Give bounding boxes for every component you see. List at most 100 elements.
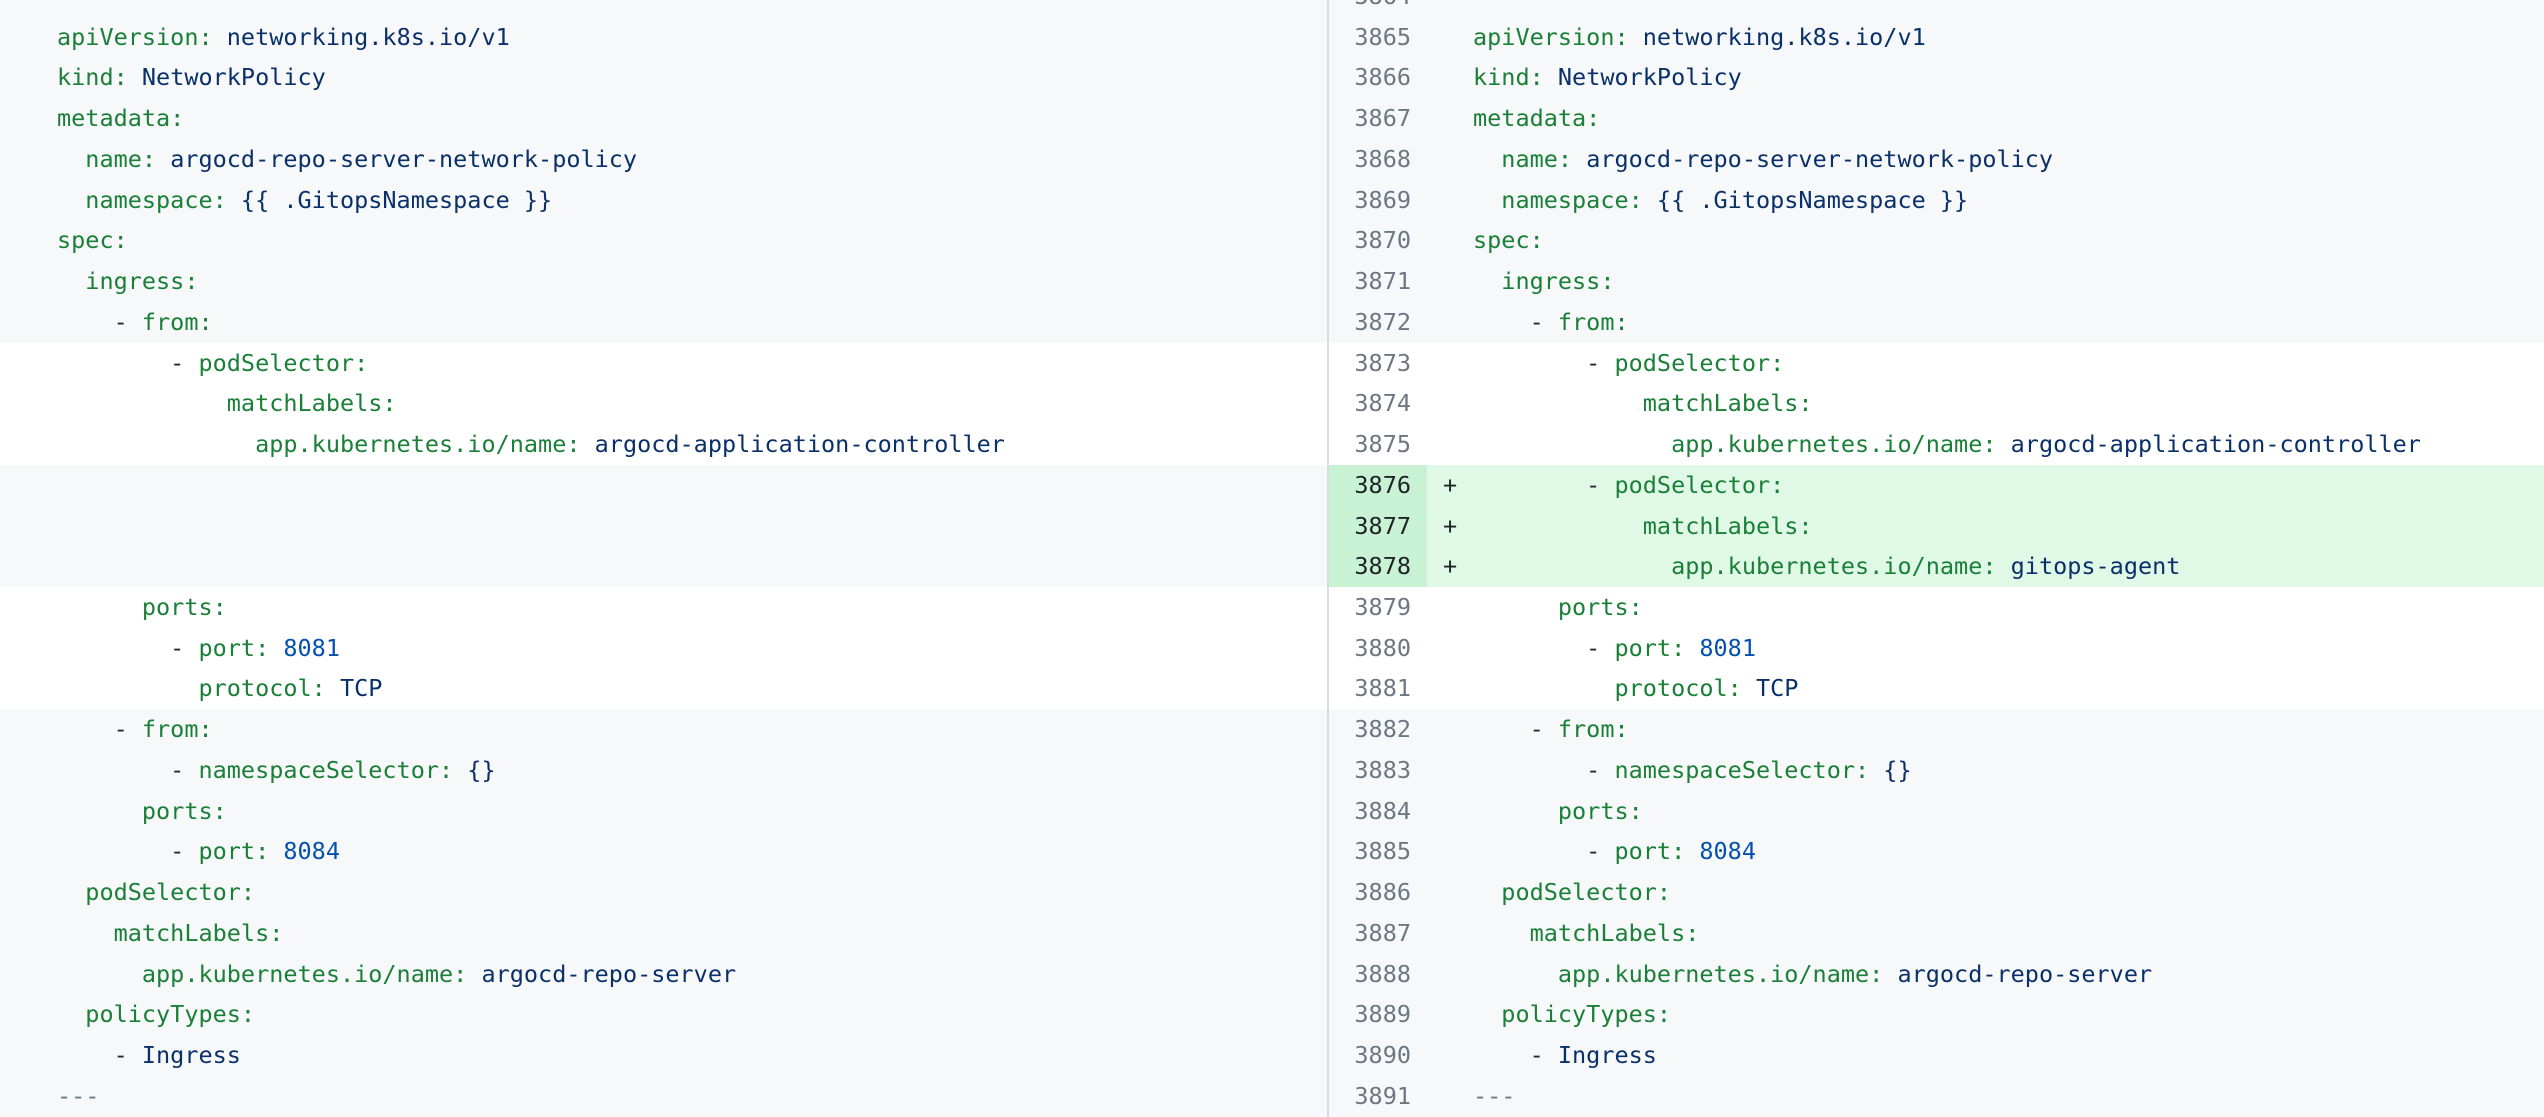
code-token-yaml-key: ingress: [85,267,198,295]
new-code-line: - from: [1427,709,2544,750]
line-number[interactable]: 3880 [1329,628,1427,669]
code-token-yaml-key: from: [1558,715,1629,743]
diff-row-3874: matchLabels:3874 matchLabels: [0,383,2544,424]
diff-row-3887: matchLabels:3887 matchLabels: [0,913,2544,954]
line-number[interactable]: 3865 [1329,17,1427,58]
old-code-line: kind: NetworkPolicy [0,57,1327,98]
line-number[interactable]: 3876 [1329,465,1427,506]
line-number[interactable]: 3890 [1329,1035,1427,1076]
new-code-line: ports: [1427,791,2544,832]
new-code-line: matchLabels: [1427,913,2544,954]
line-number[interactable]: 3872 [1329,302,1427,343]
line-number[interactable]: 3891 [1329,1076,1427,1117]
code-token-plain-punctuation: - [1473,308,1558,336]
diff-row-3870: spec: 3870 spec: [0,220,2544,261]
line-number[interactable]: 3885 [1329,831,1427,872]
line-number[interactable]: 3866 [1329,57,1427,98]
code-token-string-value: argocd-repo-server-network-policy [156,145,637,173]
code-token-string-value: argocd-application-controller [581,430,1005,458]
diff-row-3891: ---3891--- [0,1076,2544,1117]
code-token-yaml-key: ports: [1558,797,1643,825]
line-number[interactable]: 3883 [1329,750,1427,791]
line-number[interactable]: 3889 [1329,994,1427,1035]
line-number[interactable]: 3864 [1329,0,1427,17]
code-token-yaml-key: matchLabels: [1530,919,1700,947]
code-token-yaml-key: namespaceSelector: [198,756,453,784]
line-number[interactable]: 3878 [1329,546,1427,587]
code-token-yaml-key: podSelector: [1501,878,1671,906]
code-token-string-value: {{ .GitopsNamespace }} [227,186,552,214]
code-token-yaml-key: spec: [57,226,128,254]
new-code-line: app.kubernetes.io/name: argocd-repo-serv… [1427,954,2544,995]
code-token-yaml-key: kind: [57,63,128,91]
code-token-string-value: Ingress [142,1041,241,1069]
code-token-yaml-key: app.kubernetes.io/name: [1558,960,1883,988]
code-token-plain-punctuation: - [1473,837,1614,865]
line-number[interactable]: 3879 [1329,587,1427,628]
code-token-yaml-key: spec: [1473,226,1544,254]
new-code-line: app.kubernetes.io/name: argocd-applicati… [1427,424,2544,465]
new-code-line: - port: 8081 [1427,628,2544,669]
code-token-number-literal: 8084 [269,837,340,865]
new-code-line: policyTypes: [1427,994,2544,1035]
code-token-string-value: TCP [1742,674,1799,702]
old-code-line: spec: [0,220,1327,261]
code-token-yaml-key: app.kubernetes.io/name: [1671,552,1996,580]
code-token-yaml-key: app.kubernetes.io/name: [142,960,467,988]
code-token-plain-punctuation [1473,797,1558,825]
code-token-number-literal: 8081 [269,634,340,662]
line-number[interactable]: 3886 [1329,872,1427,913]
code-token-string-value: argocd-repo-server [467,960,736,988]
code-token-plain-punctuation: - [57,837,198,865]
diff-row-3864: ---3864--- [0,0,2544,17]
old-code-line: - port: 8081 [0,628,1327,669]
code-token-yaml-key: metadata: [57,104,184,132]
old-code-line: apiVersion: networking.k8s.io/v1 [0,17,1327,58]
line-number[interactable]: 3871 [1329,261,1427,302]
code-token-yaml-key: apiVersion: [1473,23,1629,51]
line-number[interactable]: 3869 [1329,180,1427,221]
code-token-string-value: networking.k8s.io/v1 [213,23,510,51]
line-number[interactable]: 3887 [1329,913,1427,954]
code-token-plain-punctuation [57,430,255,458]
line-number[interactable]: 3870 [1329,220,1427,261]
line-number[interactable]: 3868 [1329,139,1427,180]
old-code-line: protocol: TCP [0,668,1327,709]
code-token-plain-punctuation: - [57,308,142,336]
line-number[interactable]: 3884 [1329,791,1427,832]
diff-row-3885: - port: 80843885 - port: 8084 [0,831,2544,872]
line-number[interactable]: 3888 [1329,954,1427,995]
old-code-line: - from: [0,709,1327,750]
diff-row-3889: policyTypes:3889 policyTypes: [0,994,2544,1035]
code-token-yaml-key: namespaceSelector: [1614,756,1869,784]
code-token-yaml-key: app.kubernetes.io/name: [1671,430,1996,458]
new-code-line: - port: 8084 [1427,831,2544,872]
line-number[interactable]: 3875 [1329,424,1427,465]
line-number[interactable]: 3881 [1329,668,1427,709]
code-token-plain-punctuation: - [1473,715,1558,743]
code-token-plain-punctuation: - [1473,756,1614,784]
line-number[interactable]: 3867 [1329,98,1427,139]
code-token-yaml-key: name: [85,145,156,173]
code-token-yaml-key: namespace: [1501,186,1642,214]
diff-row-3881: protocol: TCP3881 protocol: TCP [0,668,2544,709]
line-number[interactable]: 3882 [1329,709,1427,750]
code-token-plain-punctuation [57,145,85,173]
old-code-line: ports: [0,791,1327,832]
new-code-line: name: argocd-repo-server-network-policy [1427,139,2544,180]
line-number[interactable]: 3874 [1329,383,1427,424]
code-token-plain-punctuation [1473,552,1671,580]
diff-row-3882: - from:3882 - from: [0,709,2544,750]
addition-marker-icon: + [1443,465,1457,506]
line-number[interactable]: 3873 [1329,343,1427,384]
diff-row-3867: metadata:3867metadata: [0,98,2544,139]
code-token-yaml-key: port: [198,837,269,865]
code-token-yaml-key: from: [142,308,213,336]
diff-row-3865: apiVersion: networking.k8s.io/v13865apiV… [0,17,2544,58]
code-token-plain-punctuation [1473,674,1614,702]
code-token-plain-punctuation [57,593,142,621]
diff-row-3878: 3878+ app.kubernetes.io/name: gitops-age… [0,546,2544,587]
line-number[interactable]: 3877 [1329,506,1427,547]
code-token-plain-punctuation [57,960,142,988]
code-token-string-value: Ingress [1558,1041,1657,1069]
